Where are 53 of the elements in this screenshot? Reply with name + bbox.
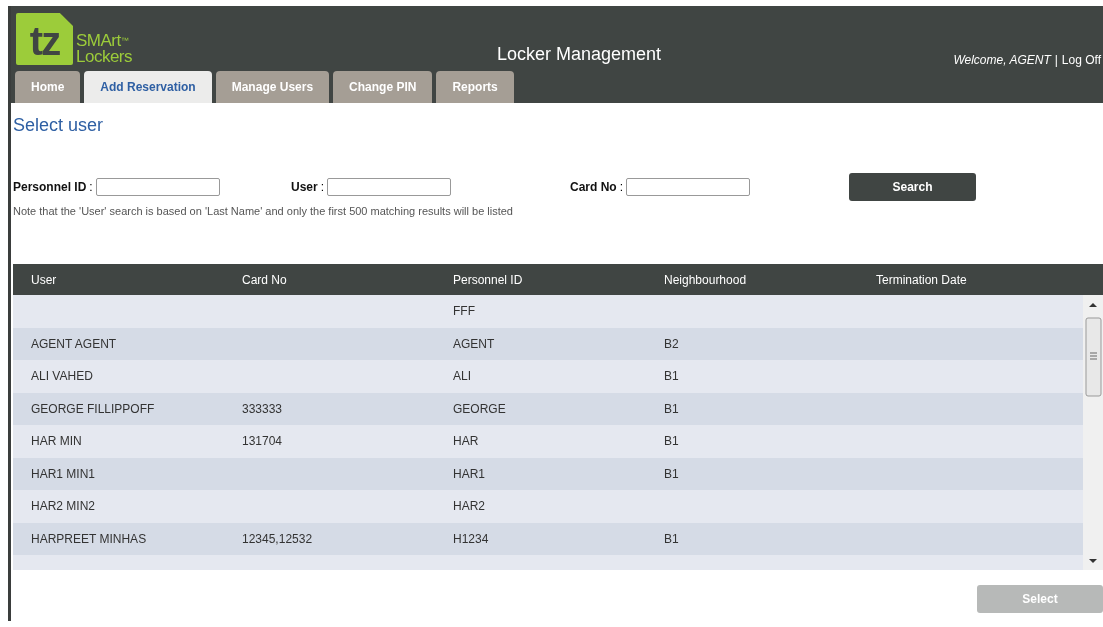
table-cell-text: HAR MIN: [31, 434, 83, 449]
table-cell-text: B1: [664, 369, 680, 384]
table-cell-text: 333333: [242, 401, 284, 416]
table-row[interactable]: HAR1 MIN1 HAR1 B1: [13, 457, 1083, 490]
column-header: User: [31, 272, 58, 287]
table-cell-text: B2: [664, 336, 680, 351]
table-cell-text: HAR2: [453, 499, 486, 514]
logoff-link[interactable]: Log Off: [1061, 53, 1101, 67]
table-cell-text: HAR1: [453, 466, 486, 481]
table-cell-text: H1234: [453, 531, 490, 546]
colon-text: :: [320, 180, 325, 194]
welcome-text: Welcome, AGENT: [953, 53, 1051, 67]
app-title: Locker Management: [497, 44, 662, 65]
separator-text: |: [1054, 53, 1058, 67]
field-label: Personnel ID: [13, 180, 87, 194]
table-row[interactable]: GEORGE FILLIPPOFF 333333 GEORGE B1: [13, 392, 1083, 425]
column-header: Neighbourhood: [664, 272, 748, 287]
column-header: Card No: [242, 272, 288, 287]
search-field[interactable]: [95, 178, 220, 196]
colon-text: :: [619, 180, 623, 194]
table-cell-text: B1: [664, 531, 680, 546]
search-button[interactable]: Search: [849, 173, 976, 201]
table-cell-text: GEORGE FILLIPPOFF: [31, 401, 156, 416]
table-cell-text: AGENT AGENT: [31, 336, 118, 351]
search-field[interactable]: [327, 178, 452, 196]
table-cell-text: B1: [664, 401, 680, 416]
scrollbar-drawing[interactable]: [1083, 295, 1103, 570]
field-label: Card No: [570, 180, 617, 194]
page-title: Select user: [13, 115, 105, 136]
table-cell-text: HAR1 MIN1: [31, 466, 96, 481]
table-cell-text: HAR: [453, 434, 480, 449]
search-note: Note that the 'User' search is based on 'Last Name' and only the first 500 matching results will be listed: [13, 205, 514, 217]
search-field[interactable]: [626, 178, 750, 196]
table-cell-text: B1: [664, 434, 680, 449]
column-header: Personnel ID: [453, 272, 524, 287]
table-row[interactable]: AGENT AGENT AGENT B2: [13, 327, 1083, 360]
nav-tab[interactable]: Add Reservation: [84, 71, 212, 103]
table-cell-text: GEORGE: [453, 401, 507, 416]
table-cell-text: AGENT: [453, 336, 496, 351]
column-header: Termination Date: [876, 272, 968, 287]
table-cell-text: HAR2 MIN2: [31, 499, 96, 514]
colon-text: :: [89, 180, 93, 194]
table-cell-text: ALI VAHED: [31, 369, 94, 384]
table-row[interactable]: HARPREET MINHAS 12345,12532 H1234 B1: [13, 522, 1083, 555]
logo-mark: tz: [16, 13, 73, 65]
table-cell-text: 12345,12532: [242, 531, 314, 546]
field-label: User: [291, 180, 318, 194]
table-cell-text: FFF: [453, 304, 476, 319]
table-cell-text: ALI: [453, 369, 472, 384]
table-cell-text: HARPREET MINHAS: [31, 531, 148, 546]
logo-text: SMArt™ Lockers: [76, 33, 133, 65]
table-cell-text: 131704: [242, 434, 284, 449]
table-cell-text: B1: [664, 466, 680, 481]
